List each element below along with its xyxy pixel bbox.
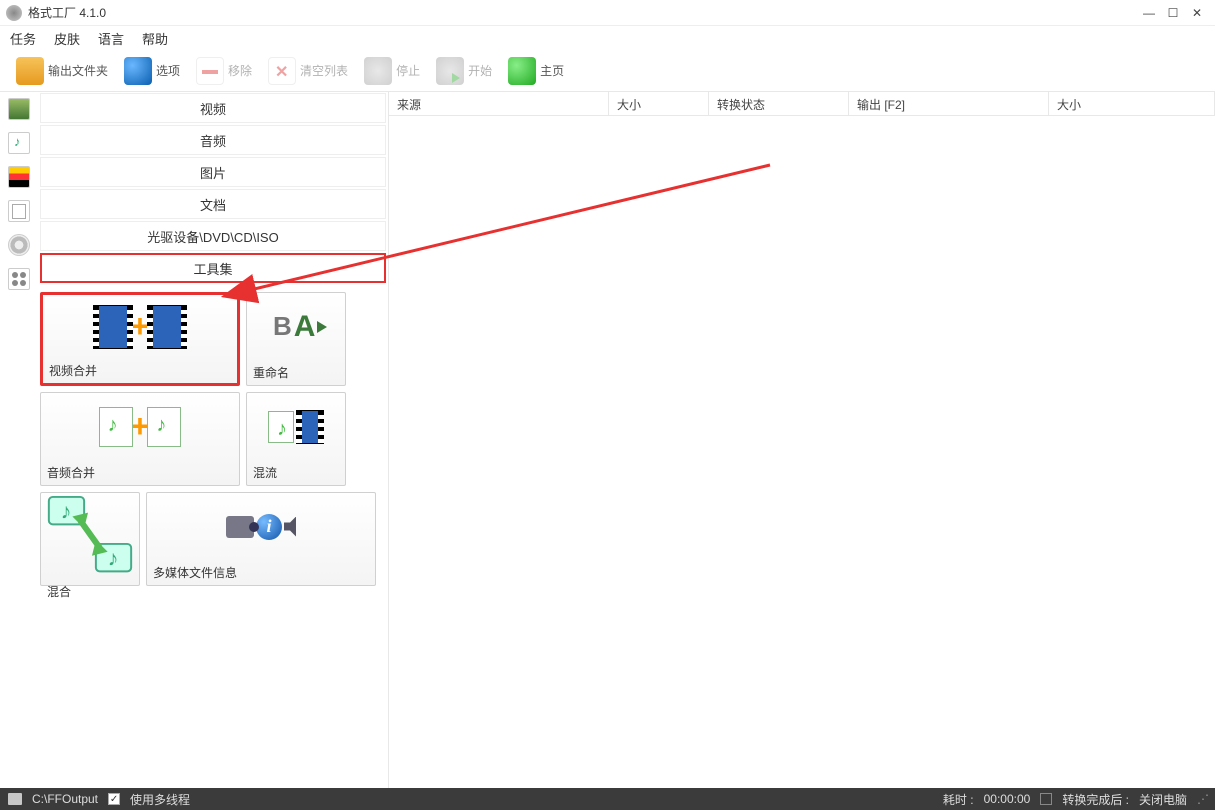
- maximize-button[interactable]: ☐: [1161, 4, 1185, 22]
- home-button[interactable]: 主页: [502, 55, 570, 87]
- left-panel: 视频 音频 图片 文档 光驱设备\DVD\CD\ISO 工具集 + 视频合并 B…: [38, 92, 388, 788]
- side-video-icon[interactable]: [8, 98, 30, 120]
- rename-icon: BA: [247, 293, 345, 360]
- status-bar: C:\FFOutput ✓ 使用多线程 耗时 : 00:00:00 ✓ 转换完成…: [0, 788, 1215, 810]
- tool-video-join[interactable]: + 视频合并: [40, 292, 240, 386]
- remove-icon: [196, 57, 224, 85]
- stop-button[interactable]: 停止: [358, 55, 426, 87]
- elapsed-label: 耗时 :: [943, 791, 974, 808]
- task-list-area[interactable]: [389, 116, 1215, 788]
- output-path[interactable]: C:\FFOutput: [32, 792, 98, 806]
- remove-button[interactable]: 移除: [190, 55, 258, 87]
- mux-icon: [247, 393, 345, 460]
- after-convert-checkbox[interactable]: ✓: [1040, 793, 1052, 805]
- side-audio-icon[interactable]: [8, 132, 30, 154]
- start-button[interactable]: 开始: [430, 55, 498, 87]
- folder-icon: [16, 57, 44, 85]
- tool-media-info[interactable]: i 多媒体文件信息: [146, 492, 376, 586]
- menu-language[interactable]: 语言: [98, 29, 124, 48]
- title-bar: 格式工厂 4.1.0 — ☐ ✕: [0, 0, 1215, 26]
- col-output[interactable]: 输出 [F2]: [849, 92, 1049, 115]
- output-folder-button[interactable]: 输出文件夹: [10, 55, 114, 87]
- category-list: 视频 音频 图片 文档 光驱设备\DVD\CD\ISO 工具集: [38, 92, 388, 284]
- col-size[interactable]: 大小: [609, 92, 709, 115]
- menu-help[interactable]: 帮助: [142, 29, 168, 48]
- side-document-icon[interactable]: [8, 200, 30, 222]
- side-picture-icon[interactable]: [8, 166, 30, 188]
- media-info-icon: i: [147, 493, 375, 560]
- menu-bar: 任务 皮肤 语言 帮助: [0, 26, 1215, 50]
- menu-skin[interactable]: 皮肤: [54, 29, 80, 48]
- options-icon: [124, 57, 152, 85]
- audio-join-icon: +: [41, 393, 239, 460]
- home-icon: [508, 57, 536, 85]
- clear-list-button[interactable]: 清空列表: [262, 55, 354, 87]
- side-tools-icon[interactable]: [8, 268, 30, 290]
- tools-grid: + 视频合并 BA 重命名 + 音频合并 混流 ♪♪ 混合: [38, 284, 388, 594]
- multithread-label: 使用多线程: [130, 791, 190, 808]
- tool-audio-join[interactable]: + 音频合并: [40, 392, 240, 486]
- task-list-panel: 来源 大小 转换状态 输出 [F2] 大小: [388, 92, 1215, 788]
- minimize-button[interactable]: —: [1137, 4, 1161, 22]
- start-icon: [436, 57, 464, 85]
- column-headers: 来源 大小 转换状态 输出 [F2] 大小: [389, 92, 1215, 116]
- col-size2[interactable]: 大小: [1049, 92, 1215, 115]
- svg-text:♪: ♪: [61, 498, 72, 523]
- category-disc[interactable]: 光驱设备\DVD\CD\ISO: [40, 221, 386, 251]
- category-video[interactable]: 视频: [40, 93, 386, 123]
- col-status[interactable]: 转换状态: [709, 92, 849, 115]
- multithread-checkbox[interactable]: ✓: [108, 793, 120, 805]
- elapsed-value: 00:00:00: [984, 792, 1031, 806]
- menu-task[interactable]: 任务: [10, 29, 36, 48]
- stop-icon: [364, 57, 392, 85]
- svg-text:♪: ♪: [108, 546, 119, 571]
- category-document[interactable]: 文档: [40, 189, 386, 219]
- col-source[interactable]: 来源: [389, 92, 609, 115]
- tool-rename[interactable]: BA 重命名: [246, 292, 346, 386]
- tool-mux[interactable]: 混流: [246, 392, 346, 486]
- window-title: 格式工厂 4.1.0: [28, 4, 106, 21]
- toolbar: 输出文件夹 选项 移除 清空列表 停止 开始 主页: [0, 50, 1215, 92]
- tool-mix[interactable]: ♪♪ 混合: [40, 492, 140, 586]
- category-picture[interactable]: 图片: [40, 157, 386, 187]
- video-join-icon: +: [43, 295, 237, 358]
- category-toolset[interactable]: 工具集: [40, 253, 386, 283]
- after-convert-label: 转换完成后 :: [1062, 791, 1129, 808]
- options-button[interactable]: 选项: [118, 55, 186, 87]
- clear-icon: [268, 57, 296, 85]
- output-folder-icon[interactable]: [8, 793, 22, 805]
- mix-icon: ♪♪: [41, 493, 139, 579]
- category-audio[interactable]: 音频: [40, 125, 386, 155]
- side-icon-bar: [0, 92, 38, 788]
- resize-grip-icon[interactable]: ⋰: [1197, 792, 1207, 806]
- app-logo-icon: [6, 5, 22, 21]
- side-disc-icon[interactable]: [8, 234, 30, 256]
- close-button[interactable]: ✕: [1185, 4, 1209, 22]
- after-convert-value[interactable]: 关闭电脑: [1139, 791, 1187, 808]
